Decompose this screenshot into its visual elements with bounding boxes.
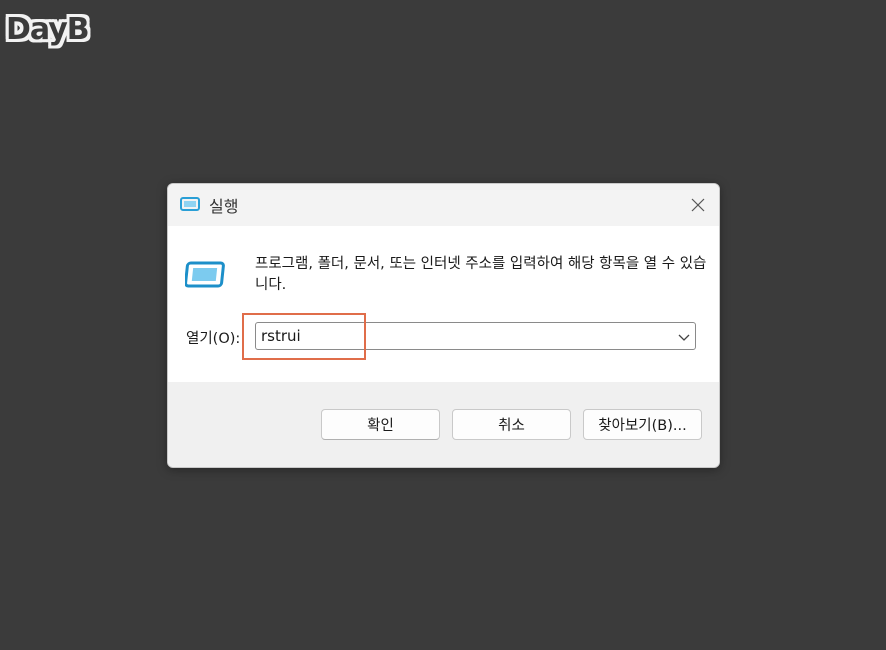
close-icon	[691, 198, 705, 212]
browse-button[interactable]: 찾아보기(B)...	[583, 409, 702, 440]
chevron-down-icon[interactable]	[677, 329, 691, 343]
description-text: 프로그램, 폴더, 문서, 또는 인터넷 주소를 입력하여 해당 항목을 열 수…	[255, 256, 707, 293]
run-window-icon	[180, 196, 200, 212]
dialog-title: 실행	[209, 197, 239, 216]
dialog-content: 프로그램, 폴더, 문서, 또는 인터넷 주소를 입력하여 해당 항목을 열 수…	[168, 226, 719, 382]
cancel-button[interactable]: 취소	[452, 409, 571, 440]
run-dialog: 실행 프로그램, 폴더, 문서, 또는 인터넷 주소를 입력하여 해당 항목을 …	[167, 183, 720, 468]
open-label: 열기(O):	[186, 331, 241, 347]
watermark-text: DayB	[6, 12, 90, 47]
title-bar[interactable]: 실행	[168, 184, 719, 226]
watermark-logo: DayB	[6, 6, 90, 54]
close-button[interactable]	[685, 192, 711, 218]
button-bar: 확인 취소 찾아보기(B)...	[168, 382, 719, 467]
open-input[interactable]	[261, 323, 661, 349]
open-combobox[interactable]	[255, 322, 696, 350]
ok-button[interactable]: 확인	[321, 409, 440, 440]
run-app-icon	[184, 260, 227, 290]
desktop-background: DayB 실행 프로그램, 폴더, 문서, 또는 인터넷 주소를 입력하여 해당…	[0, 0, 886, 650]
